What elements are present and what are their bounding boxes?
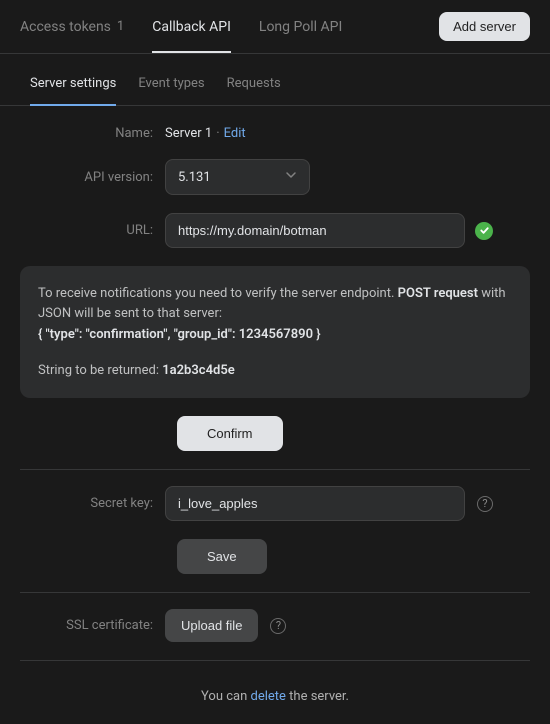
server-name-value: Server 1: [165, 126, 212, 141]
save-row: Save: [20, 539, 530, 574]
api-version-value: 5.131: [178, 170, 211, 185]
tab-long-poll-api-label: Long Poll API: [259, 19, 342, 35]
name-row: Name: Server 1 · Edit: [20, 126, 530, 141]
save-button[interactable]: Save: [177, 539, 267, 574]
add-server-button[interactable]: Add server: [439, 12, 530, 41]
name-label: Name:: [20, 126, 165, 141]
tab-long-poll-api[interactable]: Long Poll API: [259, 1, 342, 53]
url-label: URL:: [20, 223, 165, 238]
tab-access-tokens-label: Access tokens: [20, 19, 111, 35]
check-icon: [475, 222, 493, 240]
help-icon[interactable]: ?: [477, 496, 493, 512]
separator: ·: [216, 126, 219, 141]
divider: [20, 469, 530, 470]
post-request-strong: POST request: [398, 286, 478, 301]
confirm-row: Confirm: [20, 416, 530, 451]
secret-key-input[interactable]: [165, 486, 465, 521]
url-row: URL:: [20, 213, 530, 248]
confirm-button[interactable]: Confirm: [177, 416, 283, 451]
sub-tabs: Server settings Event types Requests: [0, 62, 550, 106]
delete-server-row: You can delete the server.: [20, 677, 530, 704]
edit-name-link[interactable]: Edit: [224, 126, 246, 141]
ssl-label: SSL certificate:: [20, 618, 165, 633]
access-tokens-badge: 1: [117, 19, 124, 34]
delete-server-link[interactable]: delete: [251, 689, 286, 704]
tab-callback-api[interactable]: Callback API: [152, 1, 231, 53]
confirmation-string: 1a2b3c4d5e: [162, 363, 235, 378]
ssl-row: SSL certificate: Upload file ?: [20, 609, 530, 642]
json-example: { "type": "confirmation", "group_id": 12…: [38, 325, 512, 345]
url-input[interactable]: [165, 213, 465, 248]
secret-key-row: Secret key: ?: [20, 486, 530, 521]
string-returned-line: String to be returned: 1a2b3c4d5e: [38, 361, 512, 381]
api-version-row: API version: 5.131: [20, 159, 530, 195]
help-icon[interactable]: ?: [270, 618, 286, 634]
subtab-server-settings[interactable]: Server settings: [30, 62, 116, 106]
upload-file-button[interactable]: Upload file: [165, 609, 258, 642]
api-version-select[interactable]: 5.131: [165, 159, 310, 195]
content: Name: Server 1 · Edit API version: 5.131…: [0, 106, 550, 724]
verification-info-box: To receive notifications you need to ver…: [20, 266, 530, 398]
tab-callback-api-label: Callback API: [152, 19, 231, 35]
divider: [20, 592, 530, 593]
subtab-event-types[interactable]: Event types: [138, 62, 204, 105]
subtab-requests[interactable]: Requests: [227, 62, 281, 105]
secret-key-label: Secret key:: [20, 496, 165, 511]
info-line-1: To receive notifications you need to ver…: [38, 284, 512, 323]
tab-access-tokens[interactable]: Access tokens 1: [20, 1, 124, 53]
api-version-label: API version:: [20, 170, 165, 185]
chevron-down-icon: [285, 169, 297, 185]
top-tabs: Access tokens 1 Callback API Long Poll A…: [0, 0, 550, 54]
divider: [20, 660, 530, 661]
